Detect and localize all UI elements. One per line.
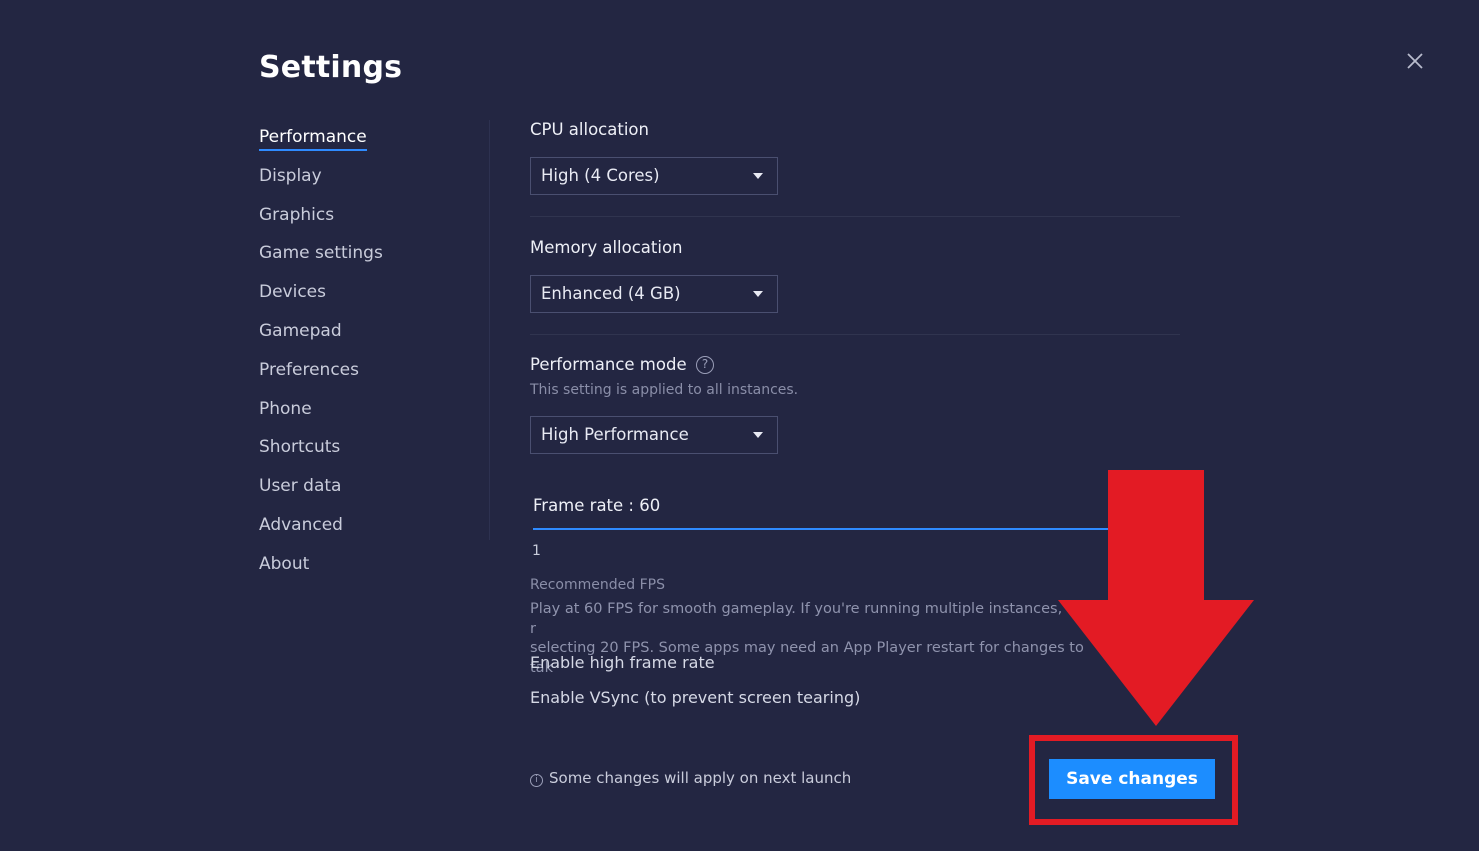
enable-high-frame-rate-option[interactable]: Enable high frame rate bbox=[530, 653, 715, 672]
sidebar-item-label: Advanced bbox=[259, 514, 343, 535]
close-button[interactable] bbox=[1400, 46, 1430, 76]
sidebar-item-label: Performance bbox=[259, 126, 367, 151]
frame-rate-label: Frame rate : 60 bbox=[533, 496, 661, 515]
sidebar-divider bbox=[489, 120, 490, 540]
sidebar-item-phone[interactable]: Phone bbox=[259, 390, 479, 429]
sidebar-item-label: Display bbox=[259, 165, 322, 186]
memory-allocation-select[interactable]: Enhanced (4 GB) bbox=[530, 275, 778, 313]
performance-mode-sublabel: This setting is applied to all instances… bbox=[530, 382, 799, 398]
cpu-allocation-label: CPU allocation bbox=[530, 120, 649, 139]
sidebar-item-label: User data bbox=[259, 476, 342, 497]
sidebar-item-display[interactable]: Display bbox=[259, 157, 479, 196]
performance-mode-value: High Performance bbox=[541, 425, 689, 444]
sidebar-item-label: About bbox=[259, 553, 310, 574]
info-icon: i bbox=[530, 774, 543, 787]
sidebar-item-label: Graphics bbox=[259, 204, 335, 225]
help-icon[interactable]: ? bbox=[696, 356, 714, 374]
sidebar-item-shortcuts[interactable]: Shortcuts bbox=[259, 428, 479, 467]
sidebar-item-devices[interactable]: Devices bbox=[259, 273, 479, 312]
section-divider bbox=[530, 334, 1180, 335]
sidebar-item-label: Preferences bbox=[259, 359, 359, 380]
frame-rate-slider[interactable] bbox=[533, 528, 1183, 530]
cpu-allocation-select[interactable]: High (4 Cores) bbox=[530, 157, 778, 195]
annotation-arrow-icon bbox=[1058, 470, 1254, 726]
recommended-fps-title: Recommended FPS bbox=[530, 577, 665, 593]
sidebar-item-about[interactable]: About bbox=[259, 545, 479, 584]
recommended-fps-line: Play at 60 FPS for smooth gameplay. If y… bbox=[530, 601, 1088, 637]
memory-allocation-label: Memory allocation bbox=[530, 238, 683, 257]
performance-mode-label: Performance mode bbox=[530, 355, 687, 374]
frame-rate-min-label: 1 bbox=[532, 543, 541, 559]
cpu-allocation-value: High (4 Cores) bbox=[541, 166, 660, 185]
sidebar-item-graphics[interactable]: Graphics bbox=[259, 196, 479, 235]
sidebar-item-preferences[interactable]: Preferences bbox=[259, 351, 479, 390]
close-icon bbox=[1407, 53, 1423, 69]
sidebar-item-performance[interactable]: Performance bbox=[259, 118, 479, 157]
memory-allocation-value: Enhanced (4 GB) bbox=[541, 284, 681, 303]
sidebar-item-label: Shortcuts bbox=[259, 437, 341, 458]
enable-vsync-option[interactable]: Enable VSync (to prevent screen tearing) bbox=[530, 688, 860, 707]
caret-down-icon bbox=[753, 173, 763, 179]
sidebar-item-advanced[interactable]: Advanced bbox=[259, 506, 479, 545]
page-title: Settings bbox=[259, 50, 403, 85]
sidebar-item-label: Gamepad bbox=[259, 320, 342, 341]
footer-note: i Some changes will apply on next launch bbox=[530, 769, 851, 787]
section-divider bbox=[530, 216, 1180, 217]
footer-note-text: Some changes will apply on next launch bbox=[549, 769, 852, 787]
save-changes-button[interactable]: Save changes bbox=[1049, 759, 1215, 799]
settings-window: Settings Performance Display Graphics Ga… bbox=[0, 0, 1479, 851]
sidebar-item-game-settings[interactable]: Game settings bbox=[259, 234, 479, 273]
performance-mode-select[interactable]: High Performance bbox=[530, 416, 778, 454]
sidebar-item-user-data[interactable]: User data bbox=[259, 467, 479, 506]
sidebar-item-gamepad[interactable]: Gamepad bbox=[259, 312, 479, 351]
caret-down-icon bbox=[753, 432, 763, 438]
sidebar-item-label: Phone bbox=[259, 398, 312, 419]
sidebar-item-label: Game settings bbox=[259, 243, 383, 264]
caret-down-icon bbox=[753, 291, 763, 297]
sidebar-item-label: Devices bbox=[259, 282, 326, 303]
settings-sidebar: Performance Display Graphics Game settin… bbox=[259, 118, 479, 584]
